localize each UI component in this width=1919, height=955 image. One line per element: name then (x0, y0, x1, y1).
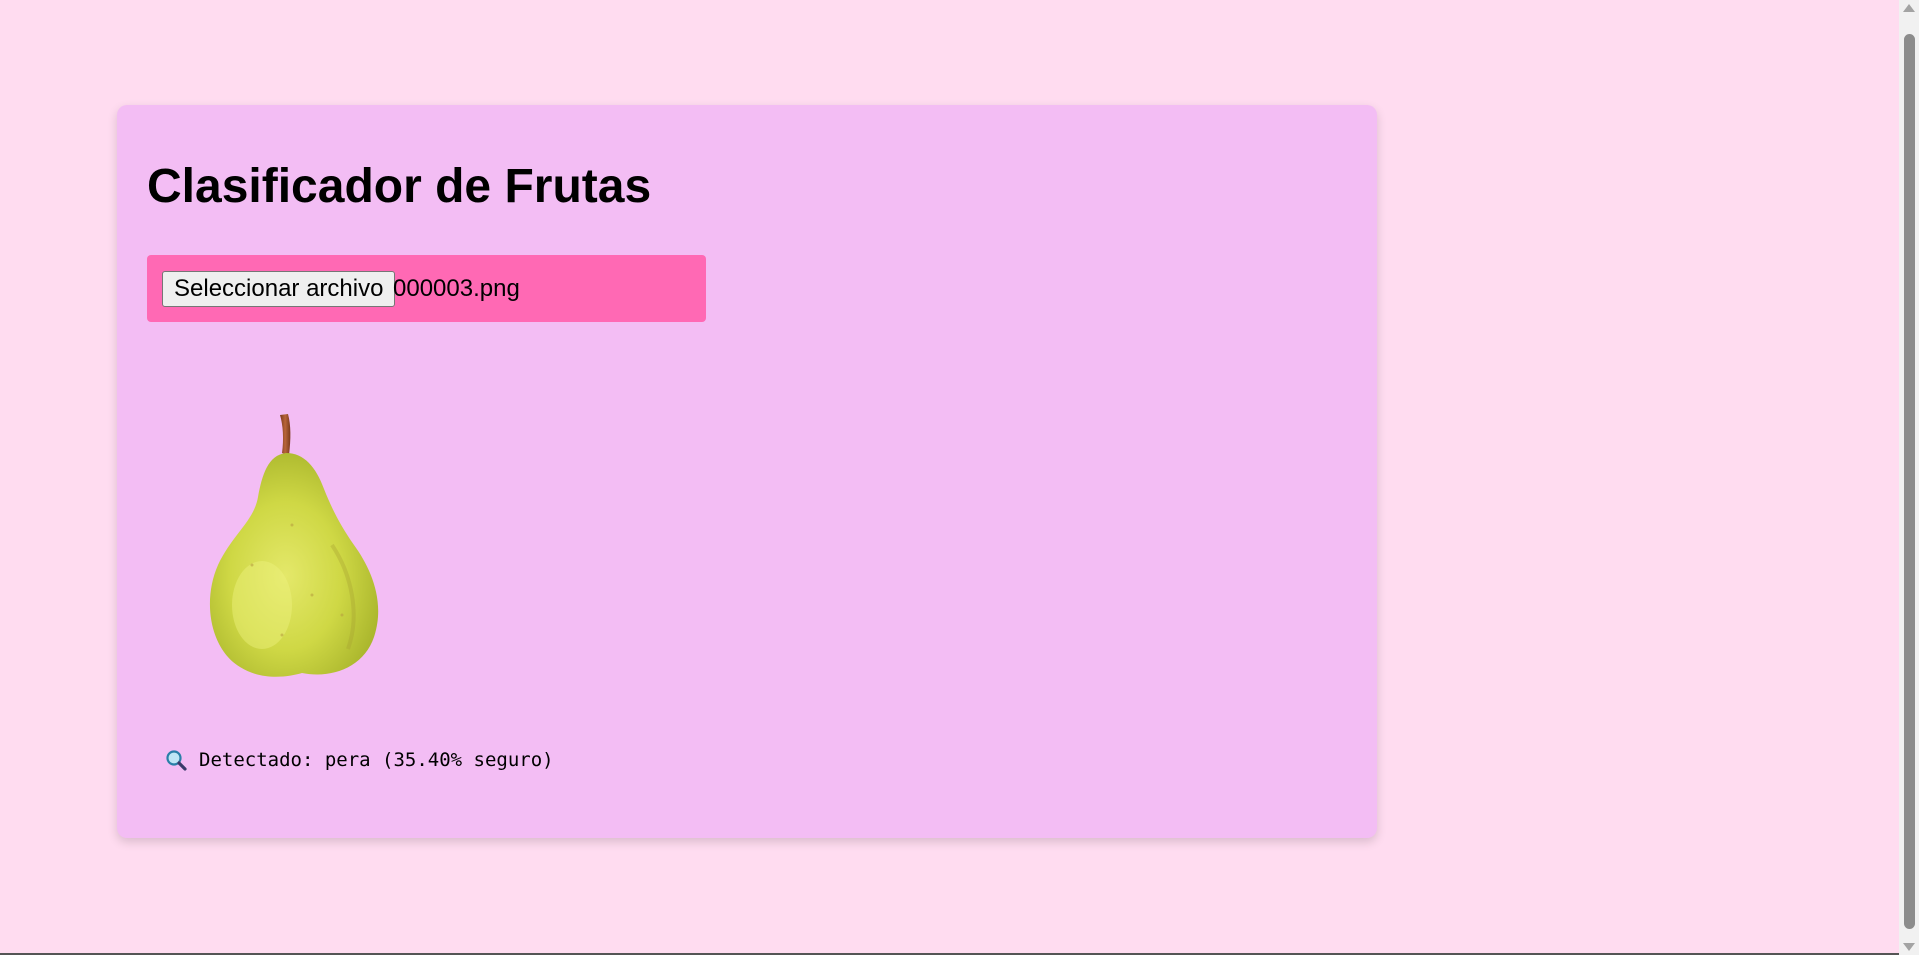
detection-result: Detectado: pera (35.40% seguro) (165, 749, 554, 771)
selected-file-name: 000003.png (393, 275, 520, 302)
scroll-thumb[interactable] (1904, 34, 1915, 929)
vertical-scrollbar[interactable] (1899, 0, 1919, 955)
file-upload-box: Seleccionar archivo 000003.png (147, 255, 706, 322)
page-title: Clasificador de Frutas (147, 160, 652, 213)
detection-result-text: Detectado: pera (35.40% seguro) (199, 749, 554, 771)
scroll-down-arrow-icon[interactable] (1903, 943, 1915, 951)
magnifier-icon (166, 750, 187, 771)
classifier-card: Clasificador de Frutas Seleccionar archi… (117, 105, 1377, 838)
fruit-preview-image (209, 414, 379, 677)
scroll-up-arrow-icon[interactable] (1903, 4, 1915, 12)
page: Clasificador de Frutas Seleccionar archi… (0, 0, 1919, 955)
select-file-button[interactable]: Seleccionar archivo (162, 271, 396, 307)
